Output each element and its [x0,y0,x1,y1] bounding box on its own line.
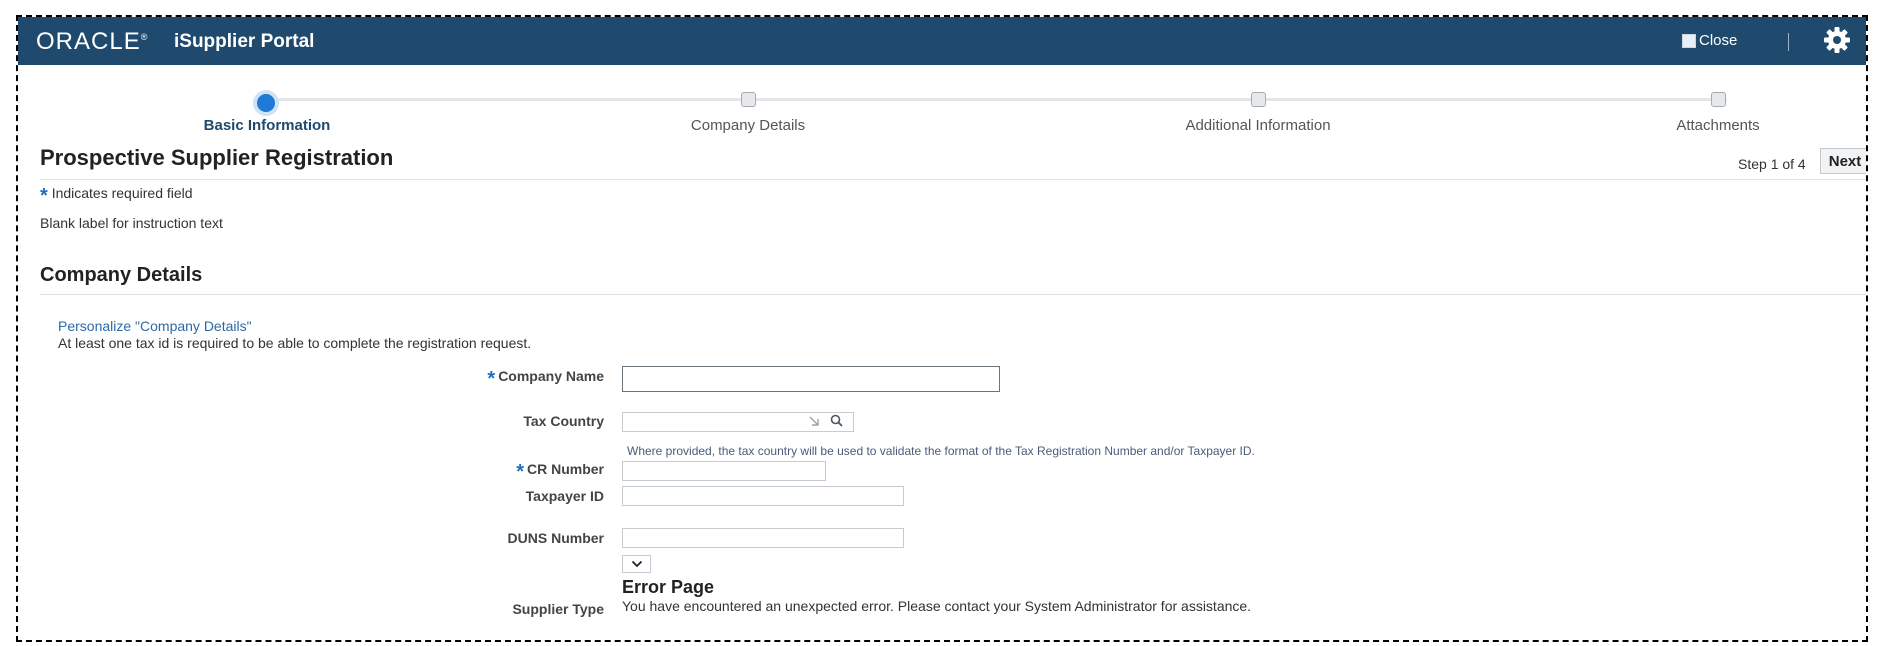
taxpayer-id-label: Taxpayer ID [525,488,604,504]
train-track [267,98,1727,101]
app-header: ORACLE® iSupplier Portal Close [18,17,1866,65]
train-step-attachments[interactable]: Attachments [1676,117,1759,134]
page-title: Prospective Supplier Registration [40,145,394,170]
required-asterisk-icon: * [487,368,496,390]
required-asterisk-icon: * [40,185,48,207]
search-icon[interactable] [830,414,843,427]
train-step-basic-information-marker[interactable] [253,90,279,116]
header-divider [1788,33,1789,51]
tax-note: At least one tax id is required to be ab… [58,335,532,351]
instruction-text: Blank label for instruction text [40,215,223,231]
next-button[interactable]: Next [1820,148,1866,174]
close-label: Close [1699,32,1738,49]
tax-country-hint: Where provided, the tax country will be … [627,444,1255,458]
required-note: * Indicates required field [40,185,193,208]
tax-country-lov [808,414,843,427]
required-note-text: Indicates required field [51,185,193,201]
train-step-attachments-marker[interactable] [1711,92,1726,107]
train-step-company-details-marker[interactable] [741,92,756,107]
error-page-title: Error Page [622,577,715,597]
required-asterisk-icon: * [516,461,524,483]
broken-image-icon [1682,33,1696,48]
lov-arrow-icon[interactable] [808,415,820,427]
train-step-additional-information[interactable]: Additional Information [1185,117,1330,134]
train-step-company-details[interactable]: Company Details [691,117,805,134]
portal-title: iSupplier Portal [174,31,315,52]
cr-number-input[interactable] [622,461,826,481]
cr-number-label: * CR Number [516,461,604,483]
taxpayer-id-input[interactable] [622,486,904,506]
company-name-label: * Company Name [487,368,604,390]
supplier-type-select[interactable] [622,555,651,573]
close-button[interactable]: Close [1682,32,1737,49]
supplier-type-label: Supplier Type [512,601,604,617]
section-divider [40,294,1866,295]
duns-number-label: DUNS Number [507,530,604,546]
step-indicator: Step 1 of 4 [1738,156,1806,172]
title-divider [40,179,1866,180]
browser-frame: ORACLE® iSupplier Portal Close Basic Inf… [16,15,1868,642]
oracle-logo: ORACLE® [36,28,149,55]
duns-number-input[interactable] [622,528,904,548]
company-name-input[interactable] [622,366,1000,392]
train-step-basic-information[interactable]: Basic Information [204,117,331,134]
chevron-down-icon [631,560,642,568]
error-page-message: You have encountered an unexpected error… [622,598,1252,614]
personalize-link[interactable]: Personalize "Company Details" [58,318,252,334]
train-step-additional-information-marker[interactable] [1251,92,1266,107]
gear-icon[interactable] [1822,25,1852,55]
section-title: Company Details [40,264,203,286]
tax-country-label: Tax Country [523,413,604,429]
